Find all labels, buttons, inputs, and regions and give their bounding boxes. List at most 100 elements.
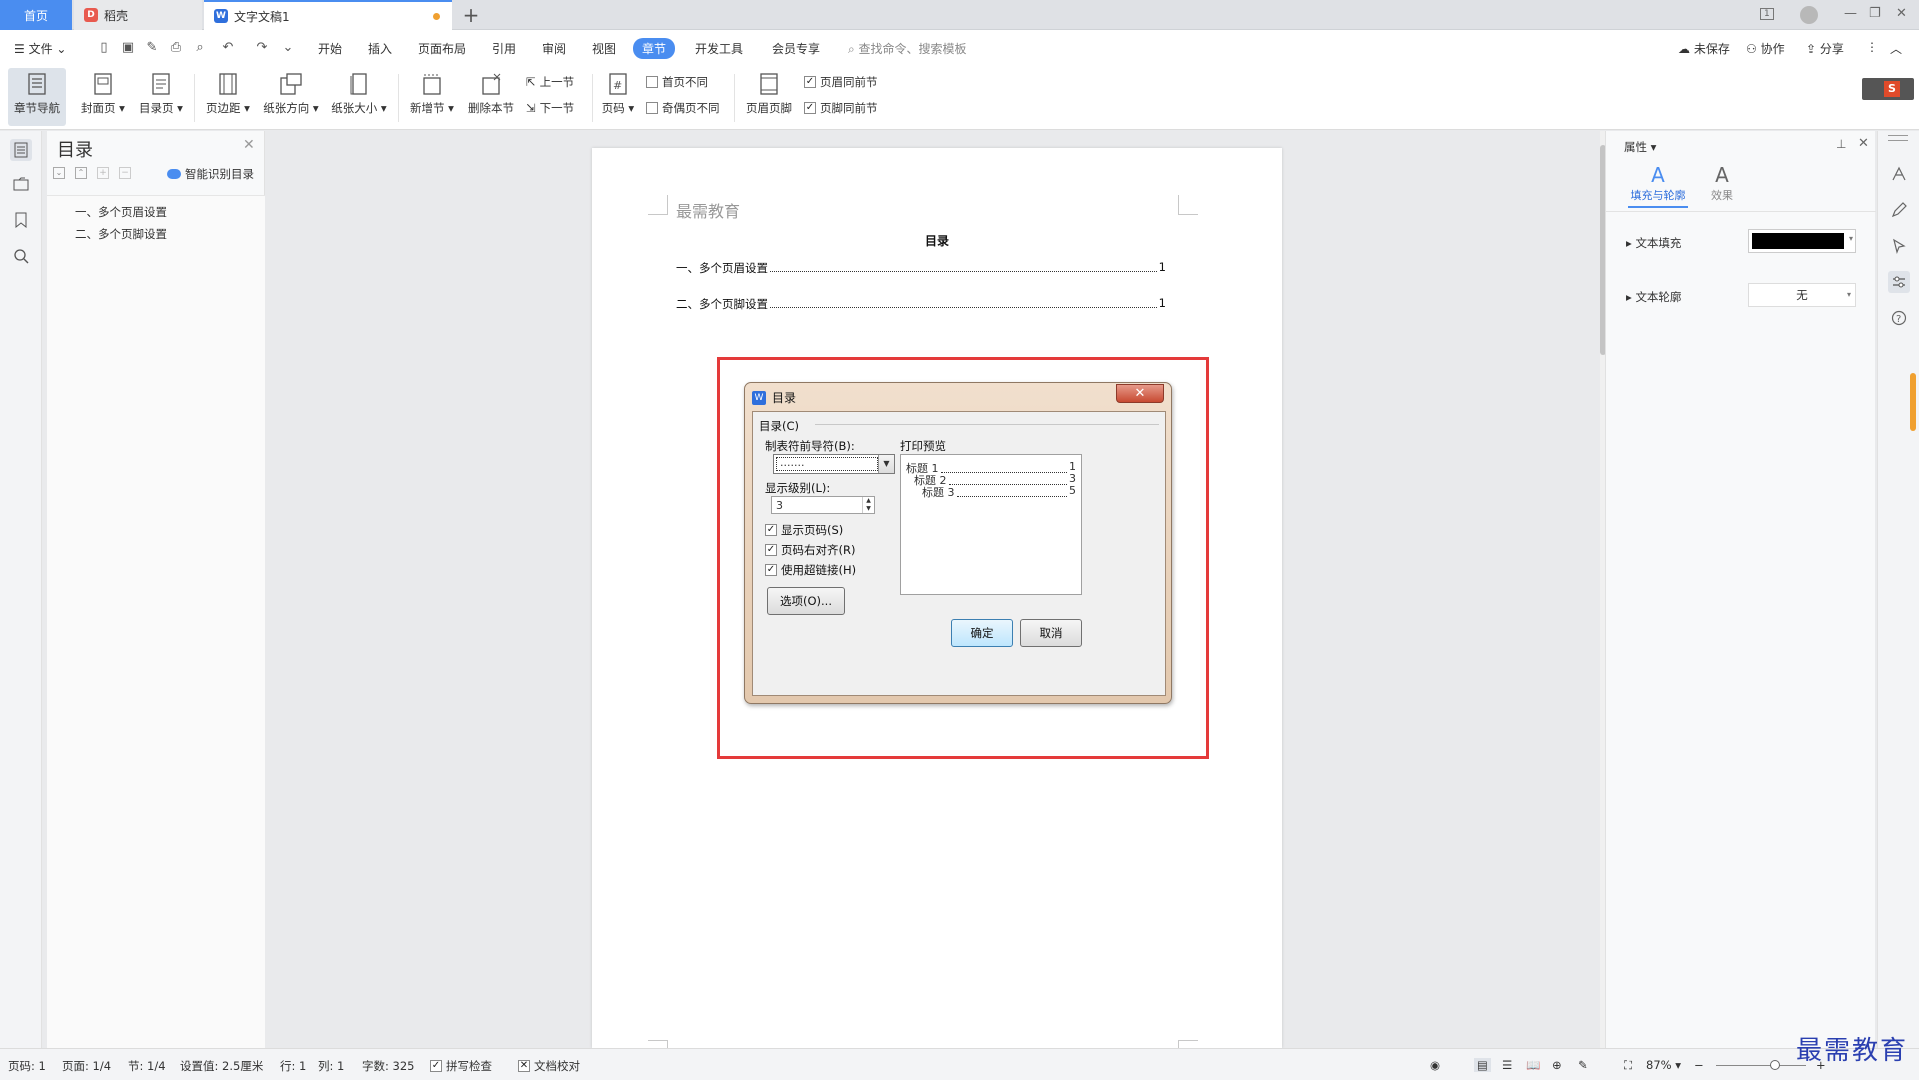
tab-fill-outline[interactable]: A 填充与轮廓 [1628,163,1688,208]
print-icon[interactable]: ⎙ [168,40,184,56]
promote-icon[interactable]: + [97,167,109,179]
text-outline-row[interactable]: ▸ 文本轮廓 [1626,289,1681,305]
bookmark-icon[interactable] [10,209,32,231]
show-page-checkbox[interactable]: ✓ 显示页码(S) [765,522,843,538]
share-button[interactable]: ⇪ 分享 [1806,40,1844,57]
drag-handle-icon[interactable] [1888,135,1908,141]
cancel-button[interactable]: 取消 [1020,619,1082,647]
reading-view-icon[interactable]: 📖 [1526,1058,1540,1072]
style-icon[interactable] [1888,163,1910,185]
close-panel-icon[interactable]: ✕ [1858,136,1869,151]
text-fill-color-picker[interactable]: ▾ [1748,229,1856,253]
tab-document[interactable]: W 文字文稿1 [204,0,452,30]
zoom-select[interactable]: 87% ▾ [1646,1058,1681,1072]
status-setting[interactable]: 设置值: 2.5厘米 [180,1058,263,1074]
odd-even-different-checkbox[interactable]: 奇偶页不同 [646,100,720,116]
new-section-button[interactable]: 新增节 ▾ [408,70,456,116]
menu-review[interactable]: 审阅 [542,40,566,57]
zoom-out-icon[interactable]: − [1694,1058,1704,1072]
spin-up-icon[interactable]: ▲ [862,497,874,505]
write-view-icon[interactable]: ✎ [1578,1058,1588,1072]
fit-page-icon[interactable]: ⛶ [1624,1058,1632,1073]
customize-icon[interactable]: ⌄ [280,40,296,56]
expand-all-icon[interactable]: ⌃ [75,167,87,179]
chapter-nav-button[interactable]: 章节导航 [8,68,66,126]
toc-tree-item[interactable]: 一、多个页眉设置 [75,204,167,220]
wps-cloud-widget[interactable]: S [1862,78,1914,100]
status-page[interactable]: 页面: 1/4 [62,1058,111,1074]
toc-nav-icon[interactable] [10,139,32,161]
avatar[interactable] [1800,6,1818,24]
toc-entry[interactable]: 二、多个页脚设置 1 [676,296,1166,312]
properties-icon[interactable] [1888,271,1910,293]
zoom-slider[interactable] [1716,1065,1806,1066]
ok-button[interactable]: 确定 [951,619,1013,647]
collab-button[interactable]: ⚇ 协作 [1746,40,1785,57]
restore-icon[interactable]: ❐ [1869,6,1881,21]
text-fill-row[interactable]: ▸ 文本填充 [1626,235,1681,251]
chevron-down-icon[interactable]: ▼ [878,455,894,473]
menu-start[interactable]: 开始 [318,40,342,57]
text-outline-select[interactable]: 无 ▾ [1748,283,1856,307]
hyperlink-checkbox[interactable]: ✓ 使用超链接(H) [765,562,856,578]
outline-view-icon[interactable]: ☰ [1502,1058,1512,1072]
demote-icon[interactable]: − [119,167,131,179]
new-tab-button[interactable]: + [460,3,482,27]
menu-member[interactable]: 会员专享 [772,40,820,57]
menu-insert[interactable]: 插入 [368,40,392,57]
tab-effect[interactable]: A 效果 [1702,163,1742,203]
menu-layout[interactable]: 页面布局 [418,40,466,57]
select-cursor-icon[interactable] [1888,235,1910,257]
status-page-code[interactable]: 页码: 1 [8,1058,46,1074]
spin-down-icon[interactable]: ▼ [862,505,874,513]
status-col[interactable]: 列: 1 [318,1058,344,1074]
menu-chapter[interactable]: 章节 [633,38,676,59]
smart-toc-button[interactable]: 智能识别目录 [167,166,254,182]
page-view-icon[interactable]: ▤ [1474,1058,1491,1072]
next-section-button[interactable]: ⇲ 下一节 [526,100,574,116]
status-row[interactable]: 行: 1 [280,1058,306,1074]
save-icon[interactable]: ▣ [120,40,136,56]
pin-icon[interactable]: ⊥ [1836,137,1846,151]
new-doc-icon[interactable]: ▯ [96,40,112,56]
file-menu[interactable]: ☰ 文件 ⌄ [14,40,66,57]
eye-protect-icon[interactable]: ◉ [1430,1058,1440,1072]
options-button[interactable]: 选项(O)... [767,587,845,615]
menu-dev-tools[interactable]: 开发工具 [695,40,743,57]
toc-entry[interactable]: 一、多个页眉设置 1 [676,260,1166,276]
dialog-close-button[interactable]: ✕ [1116,384,1164,403]
proofread-button[interactable]: ✕ 文档校对 [518,1058,580,1074]
close-panel-icon[interactable]: ✕ [243,137,255,153]
web-view-icon[interactable]: ⊕ [1552,1058,1562,1072]
delete-section-button[interactable]: 删除本节 [466,70,516,116]
undo-icon[interactable]: ↶ [220,40,236,56]
first-page-different-checkbox[interactable]: 首页不同 [646,74,708,90]
print-preview-icon[interactable]: ⌕ [192,40,208,56]
chapter-icon[interactable] [10,173,32,195]
header-same-as-previous-checkbox[interactable]: ✓ 页眉同前节 [804,74,878,90]
format-painter-icon[interactable]: ✎ [144,40,160,56]
tab-daoke[interactable]: D 稻壳 [74,0,202,30]
toc-page-button[interactable]: 目录页 ▾ [138,70,184,116]
header-footer-button[interactable]: 页眉页脚 [742,70,796,116]
page-number-button[interactable]: # 页码 ▾ [598,70,638,116]
leader-select[interactable]: ....... ▼ [773,454,895,474]
status-words[interactable]: 字数: 325 [362,1058,414,1074]
orientation-button[interactable]: 纸张方向 ▾ [262,70,320,116]
properties-title[interactable]: 属性 ▾ [1624,139,1656,155]
unsaved-button[interactable]: ☁ 未保存 [1678,40,1730,57]
close-window-icon[interactable]: ✕ [1896,6,1907,21]
tab-home[interactable]: 首页 [0,0,72,30]
zoom-slider-thumb[interactable] [1770,1060,1780,1070]
side-handle[interactable] [1910,373,1916,431]
status-section[interactable]: 节: 1/4 [128,1058,166,1074]
redo-icon[interactable]: ↷ [254,40,270,56]
search-icon[interactable] [10,245,32,267]
paper-size-button[interactable]: 纸张大小 ▾ [330,70,388,116]
menu-reference[interactable]: 引用 [492,40,516,57]
window-count-icon[interactable]: 1 [1760,8,1774,20]
command-search[interactable]: ⌕ 查找命令、搜索模板 [848,40,967,57]
more-icon[interactable]: ⋮ [1866,40,1878,54]
level-spinner[interactable]: 3 ▲ ▼ [771,496,875,514]
prev-section-button[interactable]: ⇱ 上一节 [526,74,574,90]
